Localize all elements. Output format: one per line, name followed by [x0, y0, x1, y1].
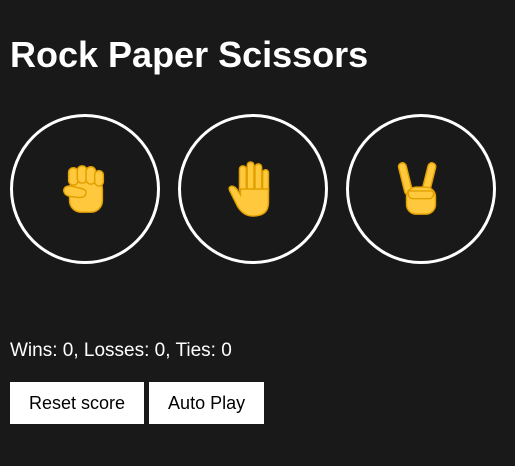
raised-fist-icon	[63, 165, 105, 213]
score-text: Wins: 0, Losses: 0, Ties: 0	[10, 340, 232, 361]
victory-hand-icon	[397, 162, 437, 215]
page-title: Rock Paper Scissors	[10, 34, 369, 75]
control-buttons: Reset score Auto Play	[10, 382, 265, 424]
reset-score-button[interactable]: Reset score	[10, 382, 145, 424]
raised-hand-icon	[228, 161, 270, 217]
paper-button[interactable]	[178, 114, 328, 264]
scissors-button[interactable]	[346, 114, 496, 264]
rock-button[interactable]	[10, 114, 160, 264]
auto-play-button[interactable]: Auto Play	[149, 382, 265, 424]
move-buttons	[10, 114, 496, 264]
